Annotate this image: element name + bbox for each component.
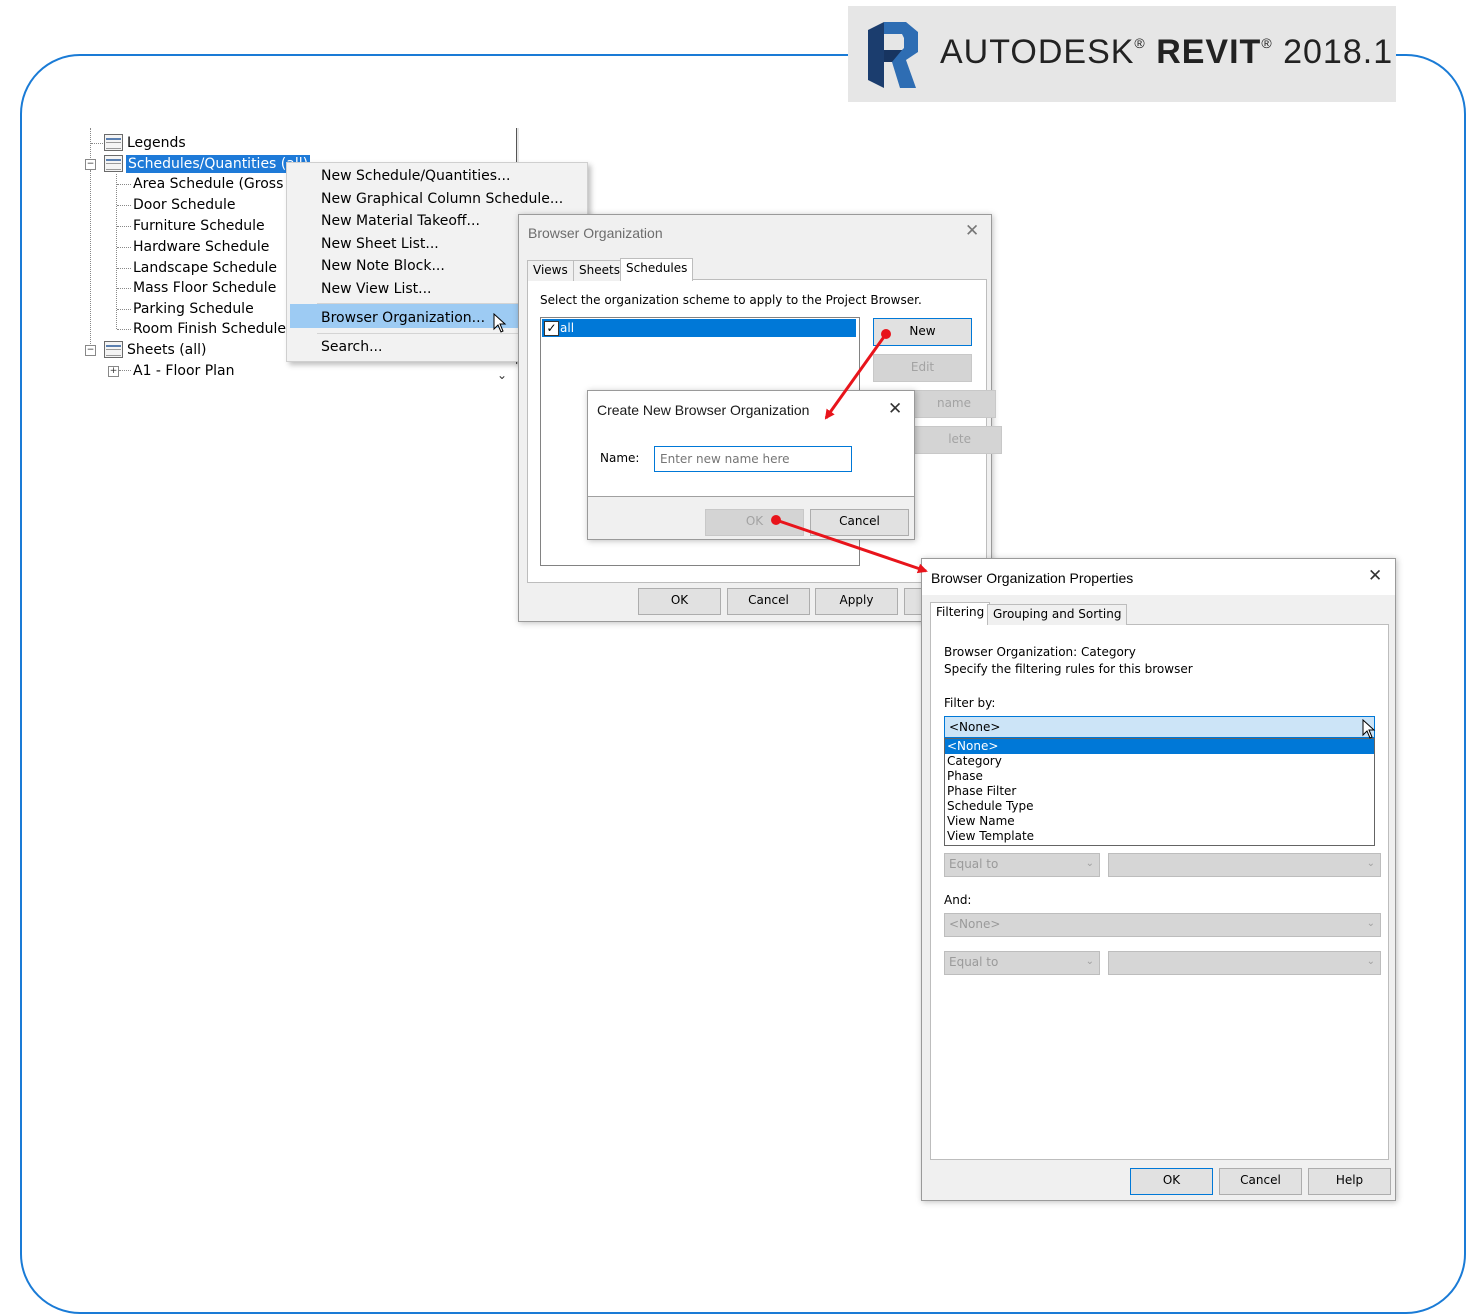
annotation-arrows bbox=[771, 329, 928, 574]
arrow-ok-to-properties-dialog bbox=[771, 515, 928, 574]
arrow-new-to-create-dialog bbox=[824, 329, 891, 420]
